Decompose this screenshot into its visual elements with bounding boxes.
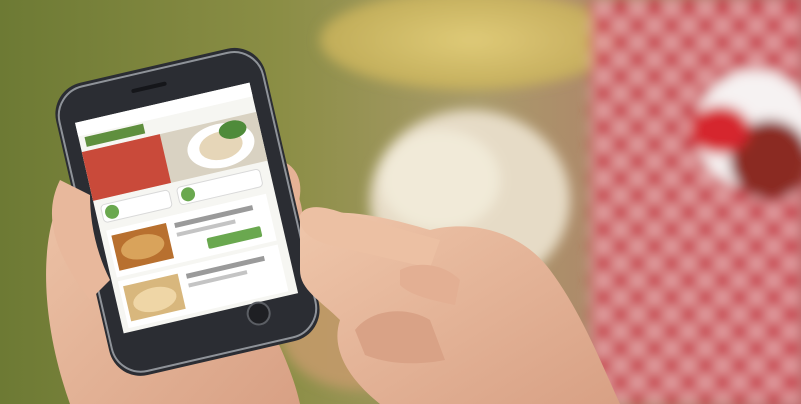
scene-illustration bbox=[0, 0, 801, 404]
photo-scene bbox=[0, 0, 801, 404]
